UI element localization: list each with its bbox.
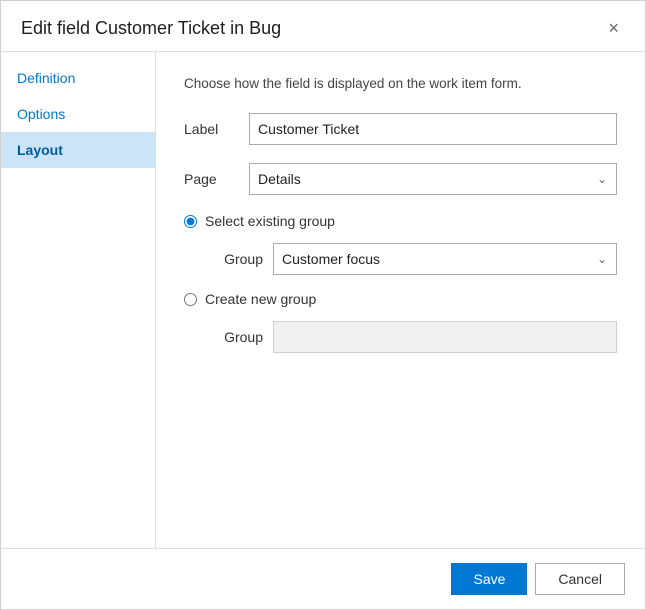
sidebar-item-layout[interactable]: Layout	[1, 132, 155, 168]
new-group-label: Group	[208, 329, 263, 345]
cancel-button[interactable]: Cancel	[535, 563, 625, 595]
new-group-input[interactable]	[273, 321, 617, 353]
select-existing-radio[interactable]	[184, 215, 197, 228]
existing-group-row: Group Customer focus Development Testing…	[208, 243, 617, 275]
select-existing-group-section: Select existing group Group Customer foc…	[184, 213, 617, 275]
existing-group-label: Group	[208, 251, 263, 267]
new-group-row: Group	[208, 321, 617, 353]
page-field-label: Page	[184, 171, 249, 187]
dialog-body: Definition Options Layout Choose how the…	[1, 52, 645, 548]
create-new-group-section: Create new group Group	[184, 291, 617, 353]
dialog-header: Edit field Customer Ticket in Bug ×	[1, 1, 645, 52]
page-row: Page Details Links History ⌄	[184, 163, 617, 195]
select-existing-label[interactable]: Select existing group	[205, 213, 335, 229]
create-new-radio-row: Create new group	[184, 291, 617, 307]
close-button[interactable]: ×	[602, 17, 625, 39]
label-row: Label	[184, 113, 617, 145]
page-select[interactable]: Details Links History	[249, 163, 617, 195]
label-input[interactable]	[249, 113, 617, 145]
create-new-label[interactable]: Create new group	[205, 291, 316, 307]
label-field-label: Label	[184, 121, 249, 137]
edit-field-dialog: Edit field Customer Ticket in Bug × Defi…	[0, 0, 646, 610]
page-select-wrapper: Details Links History ⌄	[249, 163, 617, 195]
select-existing-radio-row: Select existing group	[184, 213, 617, 229]
main-content: Choose how the field is displayed on the…	[156, 52, 645, 548]
sidebar: Definition Options Layout	[1, 52, 156, 548]
sidebar-item-options[interactable]: Options	[1, 96, 155, 132]
dialog-footer: Save Cancel	[1, 548, 645, 609]
dialog-title: Edit field Customer Ticket in Bug	[21, 18, 281, 39]
sidebar-item-definition[interactable]: Definition	[1, 60, 155, 96]
group-select-wrapper: Customer focus Development Testing ⌄	[273, 243, 617, 275]
description-text: Choose how the field is displayed on the…	[184, 76, 617, 91]
group-select[interactable]: Customer focus Development Testing	[273, 243, 617, 275]
create-new-radio[interactable]	[184, 293, 197, 306]
save-button[interactable]: Save	[451, 563, 527, 595]
